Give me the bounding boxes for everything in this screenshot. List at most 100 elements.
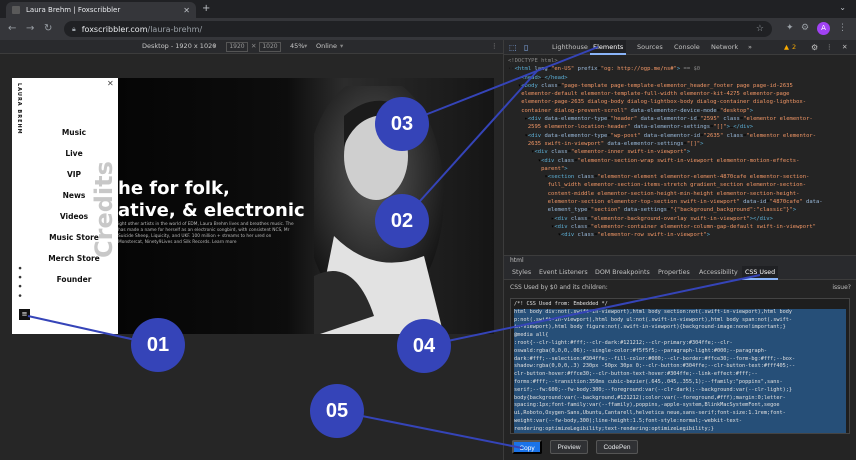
close-menu-icon[interactable]: ✕ <box>107 79 114 88</box>
more-tabs-chevron[interactable]: » <box>748 40 752 55</box>
code-line: html body div:not(.swift-in-viewport),ht… <box>514 308 846 317</box>
css-used-code[interactable]: /*! CSS Used from: Embedded */ html body… <box>510 298 850 434</box>
tab-dom-breakpoints[interactable]: DOM Breakpoints <box>595 269 650 276</box>
width-input[interactable]: 1920 <box>226 42 248 52</box>
dom-line: parent"> <box>508 165 568 172</box>
warning-count: 2 <box>792 43 797 51</box>
dom-line: 2635 swift-in-viewport" data-elementor-s… <box>508 140 704 147</box>
puzzle-icon[interactable]: ⚙ <box>801 23 809 33</box>
issue-link[interactable]: issue? <box>832 284 851 291</box>
hero-heading-line-2: ative, & electronic <box>118 200 305 221</box>
hamburger-menu-icon[interactable]: ≡ <box>19 309 30 320</box>
menu-item-music[interactable]: Music <box>32 122 116 143</box>
tab-properties[interactable]: Properties <box>658 269 690 276</box>
code-line: dark:#fff;--selection:#304ffe;--fill-col… <box>514 355 846 364</box>
forward-arrow-icon[interactable]: → <box>26 22 34 35</box>
devtools-more-icon[interactable]: ⋮ <box>826 40 833 55</box>
times-icon: ✕ <box>251 42 257 50</box>
dom-line: ··<html lang="en-US" prefix="og: http://… <box>508 66 701 73</box>
device-more-icon[interactable]: ⋮ <box>491 42 498 50</box>
elements-dom-tree[interactable]: <!DOCTYPE html> ··<html lang="en-US" pre… <box>504 55 856 255</box>
device-toggle-icon[interactable]: ▯ <box>524 40 528 55</box>
css-used-actions: Copy Preview CodePen <box>504 436 856 460</box>
code-line: serif;--fw:600;--fw-body:300;--foregroun… <box>514 386 846 395</box>
network-dropdown-icon[interactable]: ▾ <box>340 42 343 50</box>
dom-line: <!DOCTYPE html> <box>508 58 558 64</box>
social-icons[interactable]: ● ● ● ● <box>18 266 22 299</box>
artist-portrait-image <box>314 86 444 334</box>
css-used-header: CSS Used by $0 and its children: issue? <box>504 280 856 296</box>
css-used-label: CSS Used by $0 and its children: <box>510 284 608 291</box>
reload-icon[interactable]: ↻ <box>44 22 52 35</box>
menu-item-founder[interactable]: Founder <box>32 269 116 290</box>
settings-gear-icon[interactable]: ⚙ <box>811 40 818 55</box>
address-toolbar: ← → ↻ 🔒︎ foxscribbler.com/laura-brehm/ ☆… <box>0 18 856 40</box>
extension-icon[interactable]: ✦ <box>786 23 794 33</box>
preview-button[interactable]: Preview <box>550 440 588 454</box>
dom-line: element_type="section" data-settings="{"… <box>508 207 797 214</box>
device-toolbar: Desktop - 1920 x 1020 ▾ 1920 ✕ 1020 45% … <box>0 40 503 54</box>
dom-line: elementor-page-2635 dialog-body dialog-l… <box>508 99 807 106</box>
zoom-dropdown-icon[interactable]: ▾ <box>304 42 307 50</box>
dom-line: ▾<div class="elementor-inner swift-in-vi… <box>508 149 691 156</box>
code-line: weight:var(--fw-body,300);line-height:1.… <box>514 417 846 426</box>
site-logo[interactable]: LAURA BREHM <box>16 83 22 135</box>
dom-line: ▸<head>…</head> <box>508 74 568 81</box>
dom-line: ▾<section class="elementor-element eleme… <box>508 174 810 181</box>
url-bar[interactable]: 🔒︎ foxscribbler.com/laura-brehm/ ☆ <box>64 21 772 37</box>
menu-dots-icon[interactable]: ⋮ <box>838 23 847 33</box>
zoom-select[interactable]: 45% <box>290 42 304 50</box>
hero-heading-line-1: he for folk, <box>118 178 230 199</box>
height-input[interactable]: 1020 <box>259 42 281 52</box>
dom-line: container dialog-prevent-scroll" data-el… <box>508 107 754 114</box>
device-select[interactable]: Desktop - 1920 x 1020 <box>142 42 216 50</box>
inspect-element-icon[interactable]: ⬚ <box>509 40 517 55</box>
hero-paragraph: ight other artists in the world of EDM, … <box>118 222 294 245</box>
devtools-panel: ⬚ ▯ Lighthouse Elements Sources Console … <box>503 40 856 460</box>
tab-css-used[interactable]: CSS Used <box>742 266 779 280</box>
dom-line: ▸<div data-elementor-type="header" data-… <box>508 116 813 123</box>
code-line: /*! CSS Used from: Embedded */ <box>514 301 608 307</box>
dom-line: ▸<div class="elementor-background-overla… <box>508 215 773 222</box>
profile-avatar[interactable]: A <box>817 22 830 35</box>
credits-vertical-label: Credits <box>90 161 118 259</box>
dom-line: elementor-default elementor-template-ful… <box>508 91 790 98</box>
new-tab-button[interactable]: + <box>202 3 210 14</box>
network-select[interactable]: Online <box>316 42 337 50</box>
codepen-button[interactable]: CodePen <box>596 440 638 454</box>
code-line: @media all{ <box>514 332 846 340</box>
close-tab-icon[interactable]: ✕ <box>183 6 190 15</box>
devtools-close-icon[interactable]: ✕ <box>842 40 847 55</box>
code-line: body{background:var(--background,#121212… <box>514 394 846 403</box>
lock-icon[interactable]: 🔒︎ <box>72 25 76 34</box>
dom-line: content-middle elementor-section-height-… <box>508 190 800 197</box>
code-line: :root{--clr-light:#fff;--clr-dark:#12121… <box>514 339 846 348</box>
code-line: in-viewport),html body figure:not(.swift… <box>514 324 846 333</box>
tab-lighthouse[interactable]: Lighthouse <box>552 40 588 55</box>
tab-elements[interactable]: Elements <box>590 40 627 55</box>
tab-search-icon[interactable]: ⌄ <box>839 3 846 12</box>
browser-tab[interactable]: Laura Brehm | Foxscribbler ✕ <box>6 2 196 18</box>
dom-line: ▾<body class="page-template page-templat… <box>508 82 793 89</box>
warning-icon[interactable]: ▲ <box>784 40 789 55</box>
code-line: p:not(.swift-in-viewport),html body ul:n… <box>514 316 846 325</box>
tab-console[interactable]: Console <box>674 40 700 55</box>
dom-line: ▾<div class="elementor-row swift-in-view… <box>508 232 711 239</box>
dom-line: ▾<div class="elementor-container element… <box>508 223 816 230</box>
breadcrumb-html[interactable]: html <box>510 257 524 264</box>
tab-styles[interactable]: Styles <box>512 269 531 276</box>
tab-accessibility[interactable]: Accessibility <box>699 269 738 276</box>
site-favicon-icon <box>12 6 20 14</box>
code-line: shadow:rgba(0,0,0,.3) 230px -50px 30px 0… <box>514 363 846 372</box>
hero-heading: he for folk, ative, & electronic <box>118 178 305 222</box>
browser-tab-bar: Laura Brehm | Foxscribbler ✕ + ⌄ <box>0 0 856 18</box>
tab-event-listeners[interactable]: Event Listeners <box>539 269 588 276</box>
tab-sources[interactable]: Sources <box>637 40 663 55</box>
bookmark-star-icon[interactable]: ☆ <box>756 24 764 34</box>
device-dropdown-icon[interactable]: ▾ <box>213 42 216 50</box>
code-line: ui,Roboto,Oxygen-Sans,Ubuntu,Cantarell,h… <box>514 410 846 418</box>
copy-button[interactable]: Copy <box>512 440 542 454</box>
dom-line: 2595 elementor-location-header" data-ele… <box>508 124 754 131</box>
tab-network[interactable]: Network <box>711 40 738 55</box>
back-arrow-icon[interactable]: ← <box>8 22 16 35</box>
